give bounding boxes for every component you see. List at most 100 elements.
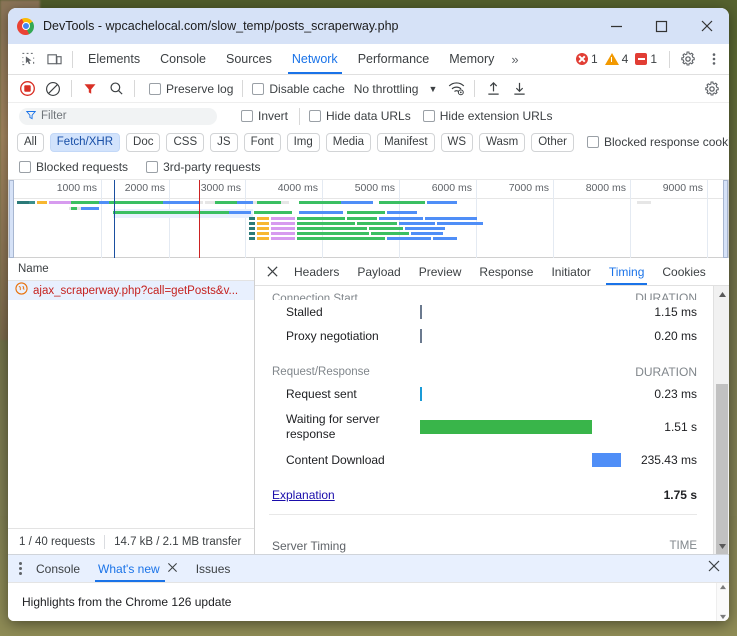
overview-request-bar <box>163 201 199 204</box>
timing-scrollbar[interactable] <box>713 286 729 554</box>
overview-request-bar <box>71 207 77 210</box>
export-har-icon[interactable] <box>506 76 532 102</box>
overview-left-handle[interactable] <box>9 180 14 258</box>
type-pill-img[interactable]: Img <box>286 132 320 152</box>
filter-row: Filter Invert Hide data URLs Hide extens… <box>8 103 729 129</box>
hide-extension-urls-checkbox[interactable]: Hide extension URLs <box>422 109 552 123</box>
overview-tick-label: 9000 ms <box>662 182 703 194</box>
record-stop-icon[interactable] <box>14 76 40 102</box>
import-har-icon[interactable] <box>480 76 506 102</box>
drawer-tab-console[interactable]: Console <box>27 556 89 582</box>
overview-request-bar <box>237 201 253 204</box>
detail-tab-response[interactable]: Response <box>470 259 542 285</box>
tab-console[interactable]: Console <box>150 45 216 74</box>
preserve-log-checkbox[interactable]: Preserve log <box>149 82 233 96</box>
hide-extension-urls-box <box>422 110 435 122</box>
scroll-up-arrow[interactable] <box>714 286 729 302</box>
device-toolbar-icon[interactable] <box>41 46 67 72</box>
drawer-scroll-down-arrow[interactable] <box>719 614 727 620</box>
detail-tab-initiator[interactable]: Initiator <box>542 259 599 285</box>
tab-performance[interactable]: Performance <box>348 45 440 74</box>
search-icon[interactable] <box>103 76 129 102</box>
close-icon[interactable] <box>684 8 729 44</box>
error-count: 1 <box>590 52 598 66</box>
detail-tab-timing[interactable]: Timing <box>600 259 654 285</box>
drawer-tab-close-icon[interactable] <box>167 556 178 582</box>
drawer-tab-label: Console <box>36 561 81 576</box>
type-pill-manifest[interactable]: Manifest <box>377 132 435 152</box>
type-pill-other[interactable]: Other <box>531 132 574 152</box>
issue-icon <box>635 53 648 65</box>
overview-request-bar <box>113 211 229 214</box>
third-party-requests-checkbox[interactable]: 3rd-party requests <box>146 160 260 174</box>
timing-total: 1.75 s <box>663 488 697 502</box>
timing-row-proxy-negotiation: Proxy negotiation 0.20 ms <box>255 324 711 348</box>
chevron-down-icon[interactable]: ▼ <box>428 84 437 94</box>
gear-icon[interactable] <box>675 46 701 72</box>
network-overview-timeline[interactable]: 1000 ms 2000 ms 3000 ms 4000 ms 5000 ms 6000 … <box>8 180 729 258</box>
timing-row-request-sent: Request sent 0.23 ms <box>255 382 711 406</box>
inspect-element-icon[interactable] <box>15 46 41 72</box>
search-input[interactable]: Filter <box>19 107 217 125</box>
type-pill-wasm[interactable]: Wasm <box>479 132 526 152</box>
tab-elements[interactable]: Elements <box>78 45 150 74</box>
type-pill-css[interactable]: CSS <box>166 132 205 152</box>
maximize-icon[interactable] <box>639 8 684 44</box>
overview-request-bar <box>299 201 341 204</box>
overview-request-bar <box>399 222 435 225</box>
explanation-link[interactable]: Explanation <box>272 488 335 502</box>
invert-label: Invert <box>258 109 289 123</box>
type-pill-js[interactable]: JS <box>210 132 238 152</box>
tab-network[interactable]: Network <box>282 45 348 74</box>
drawer-scroll-up-arrow[interactable] <box>719 584 727 590</box>
issue-counter[interactable]: 1 <box>635 52 657 66</box>
more-tabs-icon[interactable]: » <box>504 52 525 67</box>
network-conditions-icon[interactable] <box>443 76 469 102</box>
drawer-scrollbar[interactable] <box>716 583 729 621</box>
type-pill-doc[interactable]: Doc <box>126 132 161 152</box>
request-row[interactable]: ajax_scraperway.php?call=getPosts&v... <box>8 281 254 300</box>
close-drawer-icon[interactable] <box>707 559 721 578</box>
type-pill-all[interactable]: All <box>17 132 44 152</box>
detail-tab-payload[interactable]: Payload <box>348 259 409 285</box>
filter-placeholder: Filter <box>41 110 67 122</box>
clear-network-icon[interactable] <box>40 76 66 102</box>
invert-checkbox[interactable]: Invert <box>241 109 288 123</box>
drawer-kebab-menu-icon[interactable] <box>19 562 22 575</box>
overview-request-bar <box>387 211 417 214</box>
filter-funnel-icon[interactable] <box>77 76 103 102</box>
scroll-down-arrow[interactable] <box>714 538 729 554</box>
load-event-marker <box>199 180 200 258</box>
devtools-tab-bar: Elements Console Sources Network Perform… <box>8 44 729 75</box>
detail-tab-headers[interactable]: Headers <box>285 259 348 285</box>
blocked-requests-checkbox[interactable]: Blocked requests <box>19 160 128 174</box>
server-timing-row: Server Timing TIME <box>255 532 711 554</box>
kebab-menu-icon[interactable] <box>701 46 727 72</box>
overview-right-handle[interactable] <box>723 180 728 258</box>
hide-data-urls-checkbox[interactable]: Hide data URLs <box>309 109 411 123</box>
tab-sources[interactable]: Sources <box>216 45 282 74</box>
detail-tab-cookies[interactable]: Cookies <box>653 259 714 285</box>
overview-request-bar <box>271 237 295 240</box>
drawer-tab-whats-new[interactable]: What's new <box>89 556 187 582</box>
disable-cache-checkbox[interactable]: Disable cache <box>252 82 345 96</box>
warning-counter[interactable]: 4 <box>604 52 628 66</box>
close-detail-icon[interactable] <box>259 259 285 285</box>
drawer-tab-issues[interactable]: Issues <box>187 556 240 582</box>
type-pill-fetch-xhr[interactable]: Fetch/XHR <box>49 132 121 152</box>
throttling-value[interactable]: No throttling <box>354 82 419 96</box>
timing-tick-bar <box>420 387 422 401</box>
blocked-response-cookies-checkbox[interactable]: Blocked response cookies <box>587 135 729 149</box>
tab-memory[interactable]: Memory <box>439 45 504 74</box>
minimize-icon[interactable] <box>594 8 639 44</box>
scrollbar-thumb[interactable] <box>716 384 728 554</box>
type-pill-ws[interactable]: WS <box>440 132 474 152</box>
type-pill-media[interactable]: Media <box>325 132 372 152</box>
type-pill-font[interactable]: Font <box>243 132 281 152</box>
overview-tick-label: 8000 ms <box>585 182 626 194</box>
error-counter[interactable]: 1 <box>575 52 598 66</box>
detail-tab-preview[interactable]: Preview <box>410 259 471 285</box>
overview-request-bar <box>254 211 292 214</box>
network-settings-gear-icon[interactable] <box>699 76 725 102</box>
preserve-log-label: Preserve log <box>166 81 234 96</box>
